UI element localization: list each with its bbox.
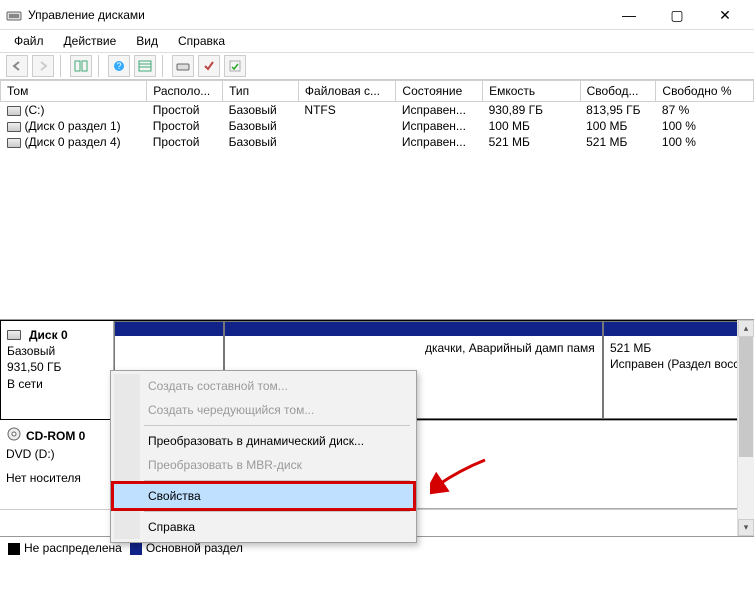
volume-name: (C:) [25,103,45,117]
minimize-button[interactable]: — [614,0,644,30]
svg-text:?: ? [116,61,121,71]
close-button[interactable]: ✕ [710,0,740,30]
ctx-create-striped[interactable]: Создать чередующийся том... [114,398,413,422]
volume-row[interactable]: (Диск 0 раздел 4) Простой Базовый Исправ… [1,134,754,150]
panels-button[interactable] [70,55,92,77]
volume-list-pane: Том Располо... Тип Файловая с... Состоян… [0,80,754,320]
col-fs[interactable]: Файловая с... [298,81,396,102]
legend-primary: Основной раздел [146,541,243,555]
cdrom-icon [6,426,22,446]
disk-icon [7,330,21,340]
col-capacity[interactable]: Емкость [483,81,581,102]
ctx-convert-dynamic[interactable]: Преобразовать в динамический диск... [114,429,413,453]
back-button[interactable] [6,55,28,77]
scroll-thumb[interactable] [739,337,753,457]
scroll-up-button[interactable]: ▴ [738,320,754,337]
refresh-button[interactable] [224,55,246,77]
cdrom-name: CD-ROM 0 [26,428,85,444]
menu-help[interactable]: Справка [170,32,233,50]
col-freepct[interactable]: Свободно % [656,81,754,102]
disk-view-button[interactable] [172,55,194,77]
volume-name: (Диск 0 раздел 1) [25,119,121,133]
maximize-button[interactable]: ▢ [662,0,692,30]
action-button[interactable] [198,55,220,77]
volume-row[interactable]: (Диск 0 раздел 1) Простой Базовый Исправ… [1,118,754,134]
col-volume[interactable]: Том [1,81,147,102]
help-button[interactable]: ? [108,55,130,77]
menubar: Файл Действие Вид Справка [0,30,754,52]
col-layout[interactable]: Располо... [147,81,223,102]
scroll-down-button[interactable]: ▾ [738,519,754,536]
volume-header-row: Том Располо... Тип Файловая с... Состоян… [1,81,754,102]
partition-3[interactable]: 521 МБ Исправен (Раздел восстан [603,321,753,419]
menu-action[interactable]: Действие [56,32,125,50]
drive-icon [7,106,21,116]
ctx-convert-mbr[interactable]: Преобразовать в MBR-диск [114,453,413,477]
drive-icon [7,122,21,132]
volume-row[interactable]: (C:) Простой Базовый NTFS Исправен... 93… [1,102,754,119]
window-title: Управление дисками [28,8,614,22]
vertical-scrollbar[interactable]: ▴ ▾ [737,320,754,536]
app-icon [6,7,22,23]
legend-swatch-unallocated [8,543,20,555]
legend-swatch-primary [130,543,142,555]
col-free[interactable]: Свобод... [580,81,656,102]
col-type[interactable]: Тип [223,81,299,102]
disk-name: Диск 0 [29,327,68,343]
disk-info[interactable]: CD-ROM 0 DVD (D:) Нет носителя [0,420,112,509]
drive-icon [7,138,21,148]
list-view-button[interactable] [134,55,156,77]
ctx-create-spanned[interactable]: Создать составной том... [114,374,413,398]
context-menu: Создать составной том... Создать чередую… [110,370,417,543]
menu-view[interactable]: Вид [128,32,166,50]
ctx-help[interactable]: Справка [114,515,413,539]
toolbar: ? [0,52,754,80]
menu-file[interactable]: Файл [6,32,52,50]
disk-info[interactable]: Диск 0 Базовый 931,50 ГБ В сети [1,321,113,419]
legend-unallocated: Не распределена [24,541,122,555]
volume-name: (Диск 0 раздел 4) [25,135,121,149]
forward-button[interactable] [32,55,54,77]
col-status[interactable]: Состояние [396,81,483,102]
ctx-properties[interactable]: Свойства [111,481,416,511]
titlebar: Управление дисками — ▢ ✕ [0,0,754,30]
